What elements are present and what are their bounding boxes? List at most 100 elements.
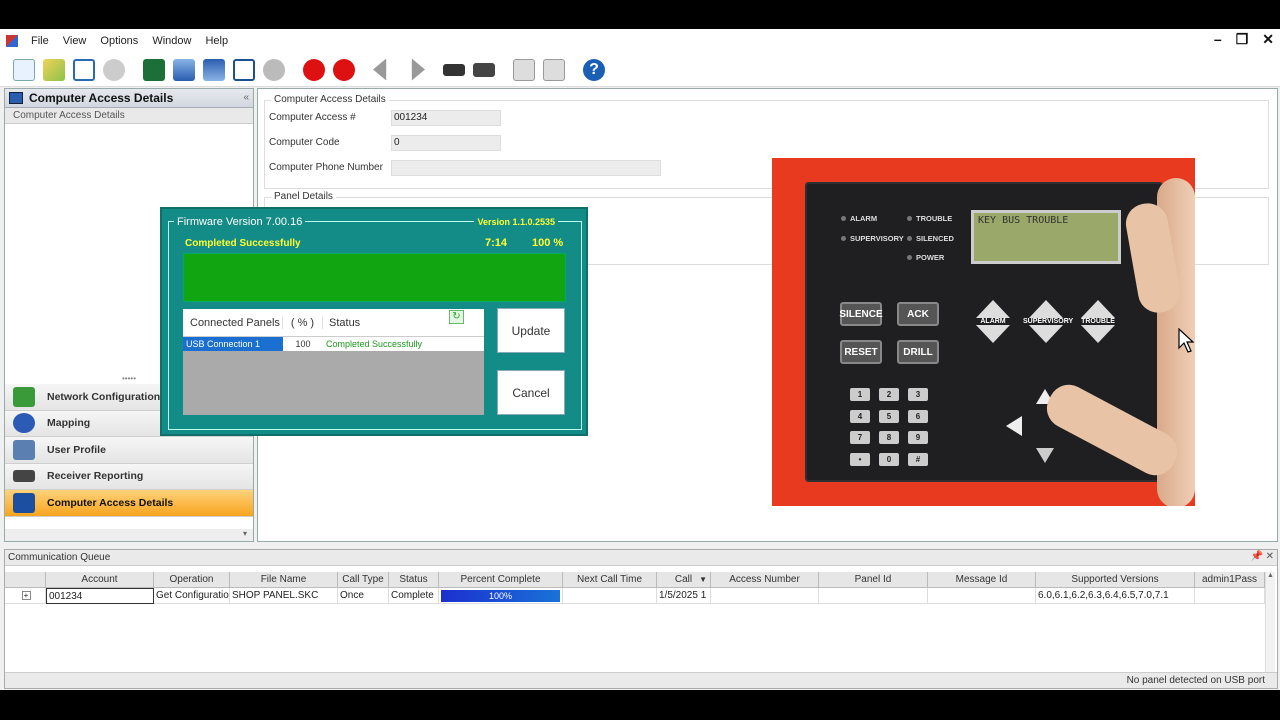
col-operation[interactable]: Operation xyxy=(154,572,230,588)
open-icon[interactable] xyxy=(40,56,68,84)
menu-window[interactable]: Window xyxy=(145,35,198,47)
skull-icon[interactable] xyxy=(100,56,128,84)
supervisory-nav-button: SUPERVISORY xyxy=(1023,300,1074,343)
monitor-icon[interactable] xyxy=(230,56,258,84)
cell-admin1pass[interactable] xyxy=(1195,588,1265,604)
key-6: 6 xyxy=(908,410,928,423)
nav-label: User Profile xyxy=(47,443,106,456)
menu-file[interactable]: File xyxy=(24,35,56,47)
cell-access-number[interactable] xyxy=(711,588,819,604)
stop-red-2-icon[interactable] xyxy=(330,56,358,84)
computer-code-field[interactable]: 0 xyxy=(391,135,501,151)
download-icon[interactable] xyxy=(170,56,198,84)
col-call[interactable]: Call ▼ xyxy=(657,572,711,588)
cell-call-type[interactable]: Once xyxy=(338,588,389,604)
menu-options[interactable]: Options xyxy=(93,35,145,47)
update-button[interactable]: Update xyxy=(497,308,565,353)
nav-computer-access-details[interactable]: Computer Access Details xyxy=(5,490,253,517)
cancel-button[interactable]: Cancel xyxy=(497,370,565,415)
window-icon[interactable] xyxy=(70,56,98,84)
left-panel-title: Computer Access Details xyxy=(29,91,174,105)
connected-panels-table: Connected Panels ( % ) Status ↻ USB Conne… xyxy=(183,309,484,415)
queue-grid: Account Operation File Name Call Type St… xyxy=(5,572,1265,604)
refresh-icon[interactable]: ↻ xyxy=(449,309,464,324)
cell-account[interactable]: 001234 xyxy=(46,588,154,604)
report-icon[interactable] xyxy=(510,56,538,84)
receiver-icon xyxy=(13,470,35,483)
access-number-label: Computer Access # xyxy=(269,112,356,123)
col-percent-complete[interactable]: Percent Complete xyxy=(439,572,563,588)
led-supervisory: SUPERVISORY xyxy=(841,234,904,243)
arrow-left-icon[interactable] xyxy=(370,56,398,84)
arrow-right-icon[interactable] xyxy=(400,56,428,84)
minimize-icon[interactable]: – xyxy=(1214,31,1222,48)
col-access-number[interactable]: Access Number xyxy=(711,572,819,588)
nav-label: SUPERVISORY xyxy=(1023,318,1074,325)
firmware-title: Firmware Version 7.00.16 xyxy=(174,216,306,228)
close-icon[interactable]: ✕ xyxy=(1262,31,1274,48)
menu-view[interactable]: View xyxy=(56,35,94,47)
table-row[interactable]: + 001234 Get Configuratio SHOP PANEL.SKC… xyxy=(5,588,1265,604)
app-logo-icon xyxy=(6,35,18,47)
expand-icon[interactable]: + xyxy=(21,591,31,600)
phone-number-field[interactable] xyxy=(391,160,661,176)
key-dot: • xyxy=(850,453,870,466)
col-next-call-time[interactable]: Next Call Time xyxy=(563,572,657,588)
calendar-icon[interactable] xyxy=(540,56,568,84)
cell-next-call-time[interactable] xyxy=(563,588,657,604)
trouble-nav-button: TROUBLE xyxy=(1078,300,1118,343)
col-call-type[interactable]: Call Type xyxy=(338,572,389,588)
new-document-icon[interactable] xyxy=(10,56,38,84)
cell-file-name[interactable]: SHOP PANEL.SKC xyxy=(230,588,338,604)
phone-number-label: Computer Phone Number xyxy=(269,162,383,173)
col-panel-id[interactable]: Panel Id xyxy=(819,572,928,588)
menu-bar: File View Options Window Help – ❐ ✕ xyxy=(0,29,1280,53)
close-icon[interactable]: ✕ xyxy=(1266,551,1274,562)
cell-supported-versions[interactable]: 6.0,6.1,6.2,6.3,6.4,6.5,7.0,7.1 xyxy=(1036,588,1195,604)
mapping-icon xyxy=(13,413,35,434)
cell-call[interactable]: 1/5/2025 1 xyxy=(657,588,711,604)
col-status[interactable]: Status xyxy=(389,572,439,588)
col-supported-versions[interactable]: Supported Versions xyxy=(1036,572,1195,588)
stop-red-icon[interactable] xyxy=(300,56,328,84)
settings-cycle-icon[interactable] xyxy=(260,56,288,84)
row-expander[interactable]: + xyxy=(5,588,46,604)
key-hash: # xyxy=(908,453,928,466)
cell-status[interactable]: Complete xyxy=(389,588,439,604)
firmware-progress-bar xyxy=(183,253,566,302)
sort-icon[interactable]: ▼ xyxy=(699,572,707,587)
help-icon[interactable]: ? xyxy=(580,56,608,84)
ack-button: ACK xyxy=(897,302,939,326)
access-number-field[interactable]: 001234 xyxy=(391,110,501,126)
pin-icon[interactable]: 📌 xyxy=(1251,551,1263,562)
menu-help[interactable]: Help xyxy=(198,35,235,47)
group-title: Panel Details xyxy=(271,191,336,202)
upload-icon[interactable] xyxy=(200,56,228,84)
restore-icon[interactable]: ❐ xyxy=(1236,31,1249,48)
left-panel-subtitle[interactable]: Computer Access Details xyxy=(5,108,253,124)
vertical-scrollbar[interactable]: ▲ xyxy=(1265,572,1275,672)
led-silenced: SILENCED xyxy=(907,234,954,243)
nav-user-profile[interactable]: User Profile xyxy=(5,437,253,464)
table-row[interactable]: USB Connection 1 100 Completed Successfu… xyxy=(183,337,484,351)
printer-icon[interactable] xyxy=(440,56,468,84)
col-file-name[interactable]: File Name xyxy=(230,572,338,588)
led-label: SILENCED xyxy=(916,234,954,243)
communication-queue: Communication Queue 📌 ✕ Account Operatio… xyxy=(4,549,1278,689)
col-status-label: Status xyxy=(329,316,361,329)
cell-percent-complete[interactable]: 100% xyxy=(439,588,563,604)
col-message-id[interactable]: Message Id xyxy=(928,572,1036,588)
cell-panel[interactable]: USB Connection 1 xyxy=(183,337,283,351)
cell-operation[interactable]: Get Configuratio xyxy=(154,588,230,604)
led-label: TROUBLE xyxy=(916,214,953,223)
nav-overflow-icon[interactable]: ▾ xyxy=(5,529,253,541)
save-icon[interactable] xyxy=(140,56,168,84)
col-admin1pass[interactable]: admin1Pass xyxy=(1195,572,1265,588)
cell-message-id[interactable] xyxy=(928,588,1036,604)
cell-panel-id[interactable] xyxy=(819,588,928,604)
col-call-label: Call xyxy=(674,574,693,585)
nav-receiver-reporting[interactable]: Receiver Reporting xyxy=(5,463,253,490)
print-preview-icon[interactable] xyxy=(470,56,498,84)
col-account[interactable]: Account xyxy=(46,572,154,588)
collapse-icon[interactable]: « xyxy=(243,92,249,103)
